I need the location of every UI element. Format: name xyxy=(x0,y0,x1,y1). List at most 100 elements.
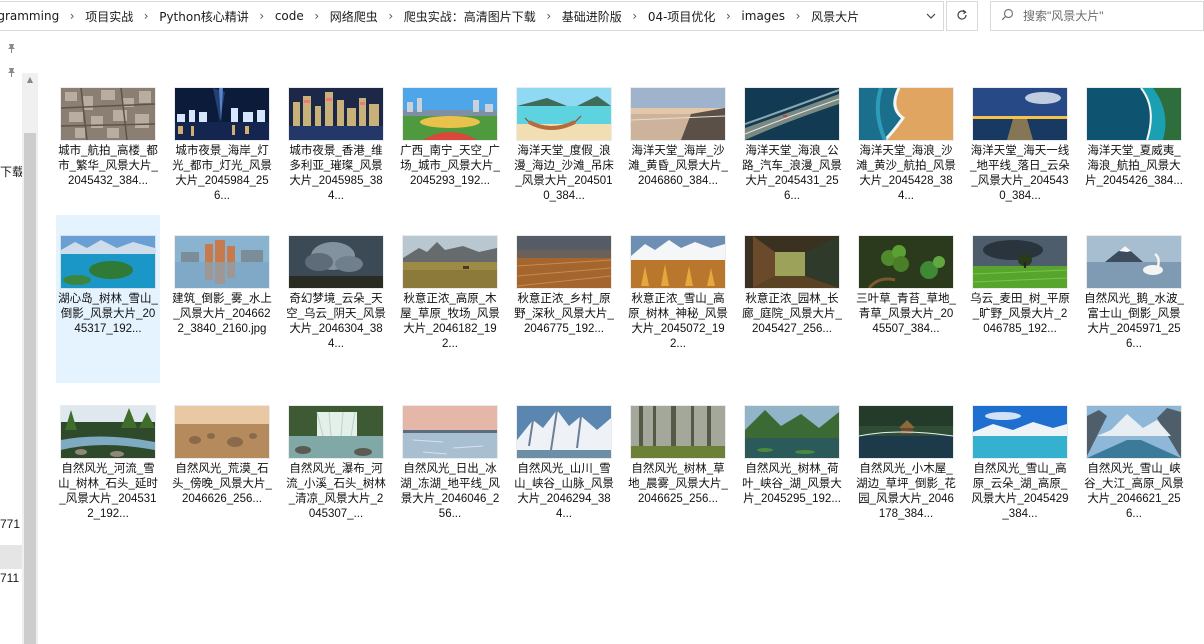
file-name[interactable]: 秋意正浓_乡村_原野_深秋_风景大片_2046775_192... xyxy=(514,292,614,337)
file-thumbnail[interactable] xyxy=(175,236,269,288)
file-name[interactable]: 广西_南宁_天空_广场_城市_风景大片_2045293_192... xyxy=(400,144,500,189)
file-name[interactable]: 乌云_麦田_树_平原_旷野_风景大片_2046785_192... xyxy=(970,292,1070,337)
file-item[interactable]: 自然风光_瀑布_河流_小溪_石头_树林_清凉_风景大片_2045307_... xyxy=(284,385,388,553)
file-thumbnail[interactable] xyxy=(631,236,725,288)
file-thumbnail[interactable] xyxy=(517,236,611,288)
file-name[interactable]: 秋意正浓_高原_木屋_草原_牧场_风景大片_2046182_192... xyxy=(400,292,500,352)
nav-item-label[interactable]: 711 xyxy=(0,571,19,585)
file-item[interactable]: 城市夜景_香港_维多利亚_璀璨_风景大片_2045985_384... xyxy=(284,67,388,235)
breadcrumb-separator-icon[interactable]: › xyxy=(378,9,404,23)
file-thumbnail[interactable] xyxy=(175,88,269,140)
file-name[interactable]: 海洋天堂_度假_浪漫_海边_沙滩_吊床_风景大片_2045010_384... xyxy=(514,144,614,204)
file-item[interactable]: 奇幻梦境_云朵_天空_乌云_阴天_风景大片_2046304_384... xyxy=(284,215,388,383)
file-item[interactable]: 城市夜景_海岸_灯光_都市_灯光_风景大片_2045984_256... xyxy=(170,67,274,235)
file-name[interactable]: 自然风光_山川_雪山_峡谷_山脉_风景大片_2046294_384... xyxy=(514,462,614,522)
breadcrumb-item[interactable]: 项目实战 xyxy=(85,2,133,30)
breadcrumb-separator-icon[interactable]: › xyxy=(715,9,741,23)
file-name[interactable]: 自然风光_荒漠_石头_傍晚_风景大片_2046626_256... xyxy=(172,462,272,507)
file-item[interactable]: 自然风光_鹅_水波_富士山_倒影_风景大片_2045971_256... xyxy=(1082,215,1186,383)
file-item[interactable]: 海洋天堂_海天一线_地平线_落日_云朵_风景大片_2045430_384... xyxy=(968,67,1072,235)
file-name[interactable]: 自然风光_鹅_水波_富士山_倒影_风景大片_2045971_256... xyxy=(1084,292,1184,352)
file-name[interactable]: 秋意正浓_园林_长廊_庭院_风景大片_2045427_256... xyxy=(742,292,842,337)
nav-scrollbar[interactable]: ▲ xyxy=(22,73,38,644)
breadcrumb-item[interactable]: code xyxy=(275,2,304,30)
breadcrumb-separator-icon[interactable]: › xyxy=(622,9,648,23)
file-thumbnail[interactable] xyxy=(61,88,155,140)
breadcrumb-item[interactable]: 爬虫实战：高清图片下载 xyxy=(404,2,536,30)
file-thumbnail[interactable] xyxy=(631,406,725,458)
file-thumbnail[interactable] xyxy=(289,88,383,140)
file-item[interactable]: 自然风光_雪山_高原_云朵_湖_高原_风景大片_2045429_384... xyxy=(968,385,1072,553)
file-name[interactable]: 城市夜景_海岸_灯光_都市_灯光_风景大片_2045984_256... xyxy=(172,144,272,204)
breadcrumb-item[interactable]: Python核心精讲 xyxy=(159,2,249,30)
file-item[interactable]: 自然风光_河流_雪山_树林_石头_延时_风景大片_2045312_192... xyxy=(56,385,160,553)
file-name[interactable]: 海洋天堂_海天一线_地平线_落日_云朵_风景大片_2045430_384... xyxy=(970,144,1070,204)
file-name[interactable]: 秋意正浓_雪山_高原_树林_神秘_风景大片_2045072_192... xyxy=(628,292,728,352)
file-item[interactable]: 海洋天堂_夏威夷_海浪_航拍_风景大片_2045426_384... xyxy=(1082,67,1186,235)
file-name[interactable]: 湖心岛_树林_雪山_倒影_风景大片_2045317_192... xyxy=(58,292,158,337)
chevron-down-icon[interactable] xyxy=(920,2,942,30)
breadcrumb-item[interactable]: images xyxy=(741,2,785,30)
breadcrumb-separator-icon[interactable]: › xyxy=(249,9,275,23)
scroll-up-icon[interactable]: ▲ xyxy=(22,75,38,87)
file-item[interactable]: 海洋天堂_海岸_沙滩_黄昏_风景大片_2046860_384... xyxy=(626,67,730,235)
file-item[interactable]: 自然风光_日出_冰湖_冻湖_地平线_风景大片_2046046_256... xyxy=(398,385,502,553)
file-name[interactable]: 自然风光_小木屋_湖边_草坪_倒影_花园_风景大片_2046178_384... xyxy=(856,462,956,522)
file-item[interactable]: 广西_南宁_天空_广场_城市_风景大片_2045293_192... xyxy=(398,67,502,235)
file-thumbnail[interactable] xyxy=(745,88,839,140)
file-item[interactable]: 秋意正浓_高原_木屋_草原_牧场_风景大片_2046182_192... xyxy=(398,215,502,383)
file-name[interactable]: 海洋天堂_夏威夷_海浪_航拍_风景大片_2045426_384... xyxy=(1084,144,1184,189)
file-item[interactable]: 海洋天堂_海浪_公路_汽车_浪漫_风景大片_2045431_256... xyxy=(740,67,844,235)
file-item[interactable]: 秋意正浓_园林_长廊_庭院_风景大片_2045427_256... xyxy=(740,215,844,383)
breadcrumb-separator-icon[interactable]: › xyxy=(133,9,159,23)
file-thumbnail[interactable] xyxy=(403,406,497,458)
file-name[interactable]: 城市夜景_香港_维多利亚_璀璨_风景大片_2045985_384... xyxy=(286,144,386,204)
file-thumbnail[interactable] xyxy=(403,88,497,140)
search-box[interactable] xyxy=(990,1,1204,31)
file-thumbnail[interactable] xyxy=(745,406,839,458)
search-input[interactable] xyxy=(1023,9,1193,23)
file-item[interactable]: 乌云_麦田_树_平原_旷野_风景大片_2046785_192... xyxy=(968,215,1072,383)
breadcrumb-separator-icon[interactable]: › xyxy=(536,9,562,23)
breadcrumb-item[interactable]: 风景大片 xyxy=(811,2,859,30)
file-item[interactable]: 自然风光_树林_草地_晨雾_风景大片_2046625_256... xyxy=(626,385,730,553)
breadcrumb-separator-icon[interactable]: › xyxy=(785,9,811,23)
file-name[interactable]: 三叶草_青苔_草地_青草_风景大片_2045507_384... xyxy=(856,292,956,337)
breadcrumb-item[interactable]: 04-项目优化 xyxy=(648,2,716,30)
file-name[interactable]: 自然风光_日出_冰湖_冻湖_地平线_风景大片_2046046_256... xyxy=(400,462,500,522)
breadcrumb-item[interactable]: 网络爬虫 xyxy=(330,2,378,30)
file-item[interactable]: 湖心岛_树林_雪山_倒影_风景大片_2045317_192... xyxy=(56,215,160,383)
file-thumbnail[interactable] xyxy=(745,236,839,288)
file-item[interactable]: 自然风光_荒漠_石头_傍晚_风景大片_2046626_256... xyxy=(170,385,274,553)
file-name[interactable]: 城市_航拍_高楼_都市_繁华_风景大片_2045432_384... xyxy=(58,144,158,189)
file-thumbnail[interactable] xyxy=(517,88,611,140)
file-name[interactable]: 海洋天堂_海浪_公路_汽车_浪漫_风景大片_2045431_256... xyxy=(742,144,842,204)
file-thumbnail[interactable] xyxy=(859,236,953,288)
breadcrumb-separator-icon[interactable]: › xyxy=(304,9,330,23)
pin-icon[interactable] xyxy=(6,67,20,81)
file-thumbnail[interactable] xyxy=(973,88,1067,140)
file-item[interactable]: 海洋天堂_度假_浪漫_海边_沙滩_吊床_风景大片_2045010_384... xyxy=(512,67,616,235)
file-item[interactable]: 自然风光_山川_雪山_峡谷_山脉_风景大片_2046294_384... xyxy=(512,385,616,553)
nav-item-label[interactable]: 771 xyxy=(0,517,20,531)
file-name[interactable]: 自然风光_雪山_峡谷_大江_高原_风景大片_2046621_256... xyxy=(1084,462,1184,522)
file-name[interactable]: 自然风光_河流_雪山_树林_石头_延时_风景大片_2045312_192... xyxy=(58,462,158,522)
file-thumbnail[interactable] xyxy=(175,406,269,458)
file-thumbnail[interactable] xyxy=(289,236,383,288)
address-bar[interactable]: ogramming›项目实战›Python核心精讲›code›网络爬虫›爬虫实战… xyxy=(0,1,944,31)
file-item[interactable]: 建筑_倒影_雾_水上_风景大片_2046622_3840_2160.jpg xyxy=(170,215,274,383)
file-item[interactable]: 海洋天堂_海浪_沙滩_黄沙_航拍_风景大片_2045428_384... xyxy=(854,67,958,235)
file-thumbnail[interactable] xyxy=(403,236,497,288)
file-item[interactable]: 三叶草_青苔_草地_青草_风景大片_2045507_384... xyxy=(854,215,958,383)
file-thumbnail[interactable] xyxy=(1087,406,1181,458)
file-name[interactable]: 自然风光_树林_草地_晨雾_风景大片_2046625_256... xyxy=(628,462,728,507)
file-item[interactable]: 自然风光_树林_荷叶_峡谷_湖_风景大片_2045295_192... xyxy=(740,385,844,553)
file-item[interactable]: 自然风光_雪山_峡谷_大江_高原_风景大片_2046621_256... xyxy=(1082,385,1186,553)
file-thumbnail[interactable] xyxy=(973,236,1067,288)
file-thumbnail[interactable] xyxy=(61,236,155,288)
scrollbar-thumb[interactable] xyxy=(24,133,36,644)
refresh-button[interactable] xyxy=(946,1,978,31)
file-thumbnail[interactable] xyxy=(859,406,953,458)
pin-icon[interactable] xyxy=(6,43,20,57)
breadcrumb-item[interactable]: 基础进阶版 xyxy=(562,2,622,30)
